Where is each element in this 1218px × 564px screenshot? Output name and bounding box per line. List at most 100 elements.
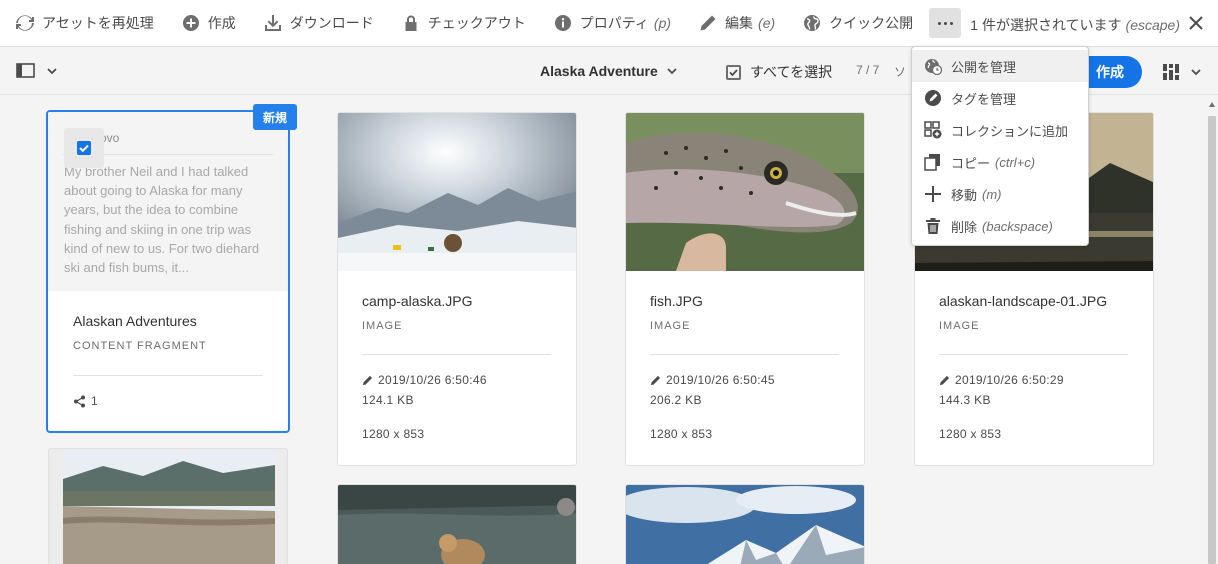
menu-item-shortcut: (ctrl+c) xyxy=(995,154,1036,170)
asset-modified-date: 2019/10/26 6:50:46 xyxy=(378,373,487,387)
chevron-down-icon xyxy=(1191,69,1201,76)
asset-dimensions: 1280 x 853 xyxy=(939,427,1002,441)
menu-item-shortcut: (m) xyxy=(982,186,1002,202)
asset-modified-date: 2019/10/26 6:50:29 xyxy=(955,373,1064,387)
rail-toggle-button[interactable] xyxy=(16,63,58,79)
menu-item-manage-tags[interactable]: タグを管理 xyxy=(912,82,1088,114)
scrollbar-thumb[interactable] xyxy=(1208,116,1216,564)
edit-button[interactable]: 編集 (e) xyxy=(683,0,787,47)
sort-label[interactable]: ソ xyxy=(894,63,906,80)
pencil-icon xyxy=(939,375,950,385)
menu-item-label: 移動 xyxy=(951,187,978,203)
selected-checkbox[interactable] xyxy=(77,141,91,155)
asset-type: IMAGE xyxy=(362,320,403,332)
reprocess-assets-button[interactable]: アセットを再処理 xyxy=(0,0,166,47)
menu-item-manage-publication[interactable]: 公開を管理 xyxy=(912,50,1088,82)
more-actions-menu: 公開を管理 タグを管理 コレクションに追加 コピー (ctrl+c) 移動 (m… xyxy=(911,46,1089,246)
asset-size: 144.3 KB xyxy=(939,393,991,407)
manage-publication-icon xyxy=(925,59,942,75)
info-icon xyxy=(554,15,571,31)
asset-thumbnail xyxy=(626,485,864,564)
selection-status: 1 件が選択されています (escape) xyxy=(970,15,1180,35)
asset-card[interactable] xyxy=(48,448,288,564)
view-switcher[interactable] xyxy=(1162,63,1202,81)
asset-title: camp-alaska.JPG xyxy=(362,293,473,309)
asset-thumbnail xyxy=(626,113,864,271)
asset-size: 206.2 KB xyxy=(650,393,702,407)
mountain-photo xyxy=(626,485,864,564)
pencil-icon xyxy=(362,375,373,385)
menu-item-label: コレクションに追加 xyxy=(951,123,1069,139)
delete-icon xyxy=(926,218,940,234)
asset-card[interactable]: camp-alaska.JPG IMAGE 2019/10/26 6:50:46… xyxy=(337,112,577,466)
asset-modified: 2019/10/26 6:50:46 xyxy=(362,373,487,387)
tag-icon xyxy=(925,90,941,106)
checkmark-icon xyxy=(79,144,89,153)
pencil-icon xyxy=(700,15,716,31)
divider xyxy=(73,375,263,376)
riverbank-photo xyxy=(63,451,275,564)
new-badge: 新規 xyxy=(253,104,297,130)
menu-item-add-to-collection[interactable]: コレクションに追加 xyxy=(912,114,1088,146)
breadcrumb-label: Alaska Adventure xyxy=(540,63,658,79)
action-bar: アセットを再処理 作成 ダウンロード チェックアウト プロパティ (p) 編集 … xyxy=(0,0,1218,47)
create-label: 作成 xyxy=(207,15,236,31)
select-all-button[interactable]: すべてを選択 xyxy=(726,62,832,82)
properties-label: プロパティ xyxy=(579,15,649,31)
divider xyxy=(939,354,1128,355)
menu-item-label: 削除 xyxy=(951,219,978,235)
asset-thumbnail xyxy=(338,113,576,271)
reference-count: 1 xyxy=(91,394,98,408)
share-icon xyxy=(74,395,85,407)
asset-modified: 2019/10/26 6:50:45 xyxy=(650,373,775,387)
asset-type: IMAGE xyxy=(650,320,691,332)
scroll-up-arrow-icon[interactable] xyxy=(1209,102,1215,107)
more-actions-button[interactable] xyxy=(929,8,962,38)
content-fragment-card[interactable]: Provo My brother Neil and I had talked a… xyxy=(46,110,290,433)
select-all-label: すべてを選択 xyxy=(750,64,833,80)
selection-shortcut: (escape) xyxy=(1125,17,1180,33)
menu-item-move[interactable]: 移動 (m) xyxy=(912,178,1088,210)
bear-photo xyxy=(338,485,576,564)
lock-icon xyxy=(405,15,417,31)
quick-publish-label: クイック公開 xyxy=(829,15,914,31)
scrollbar[interactable] xyxy=(1206,96,1218,564)
edit-shortcut: (e) xyxy=(758,15,776,31)
fragment-title: Alaskan Adventures xyxy=(73,313,197,329)
edit-label: 編集 xyxy=(725,15,754,31)
checkmark-icon xyxy=(729,68,738,76)
menu-item-copy[interactable]: コピー (ctrl+c) xyxy=(912,146,1088,178)
quick-publish-button[interactable]: クイック公開 xyxy=(787,0,925,47)
item-count: 7 / 7 xyxy=(856,63,880,77)
divider xyxy=(362,354,551,355)
asset-card[interactable] xyxy=(625,484,865,564)
divider xyxy=(650,354,839,355)
more-icon xyxy=(937,21,941,25)
select-checkbox-area[interactable] xyxy=(64,128,104,168)
fragment-preview-text: My brother Neil and I had talked about g… xyxy=(64,164,260,276)
close-icon[interactable] xyxy=(1184,11,1208,35)
add-circle-icon xyxy=(182,15,199,31)
select-all-checkbox[interactable] xyxy=(726,64,741,80)
asset-card[interactable]: fish.JPG IMAGE 2019/10/26 6:50:45 206.2 … xyxy=(625,112,865,466)
checkout-button[interactable]: チェックアウト xyxy=(386,0,538,47)
rail-icon xyxy=(16,63,35,78)
card-view-icon xyxy=(1163,64,1179,80)
asset-title: alaskan-landscape-01.JPG xyxy=(939,293,1108,309)
create-button[interactable]: 作成 xyxy=(166,0,248,47)
asset-type: IMAGE xyxy=(939,320,980,332)
chevron-down-icon xyxy=(47,68,57,75)
asset-card[interactable] xyxy=(337,484,577,564)
fragment-preview: Provo My brother Neil and I had talked a… xyxy=(48,112,288,291)
download-icon xyxy=(264,15,281,31)
globe-icon xyxy=(804,15,821,31)
asset-modified: 2019/10/26 6:50:29 xyxy=(939,373,1064,387)
breadcrumb[interactable]: Alaska Adventure xyxy=(540,63,678,79)
menu-item-label: タグを管理 xyxy=(951,91,1017,107)
fragment-type: CONTENT FRAGMENT xyxy=(73,340,207,352)
menu-item-delete[interactable]: 削除 (backspace) xyxy=(912,210,1088,242)
properties-button[interactable]: プロパティ (p) xyxy=(538,0,683,47)
asset-size: 124.1 KB xyxy=(362,393,414,407)
download-button[interactable]: ダウンロード xyxy=(248,0,386,47)
properties-shortcut: (p) xyxy=(653,15,672,31)
